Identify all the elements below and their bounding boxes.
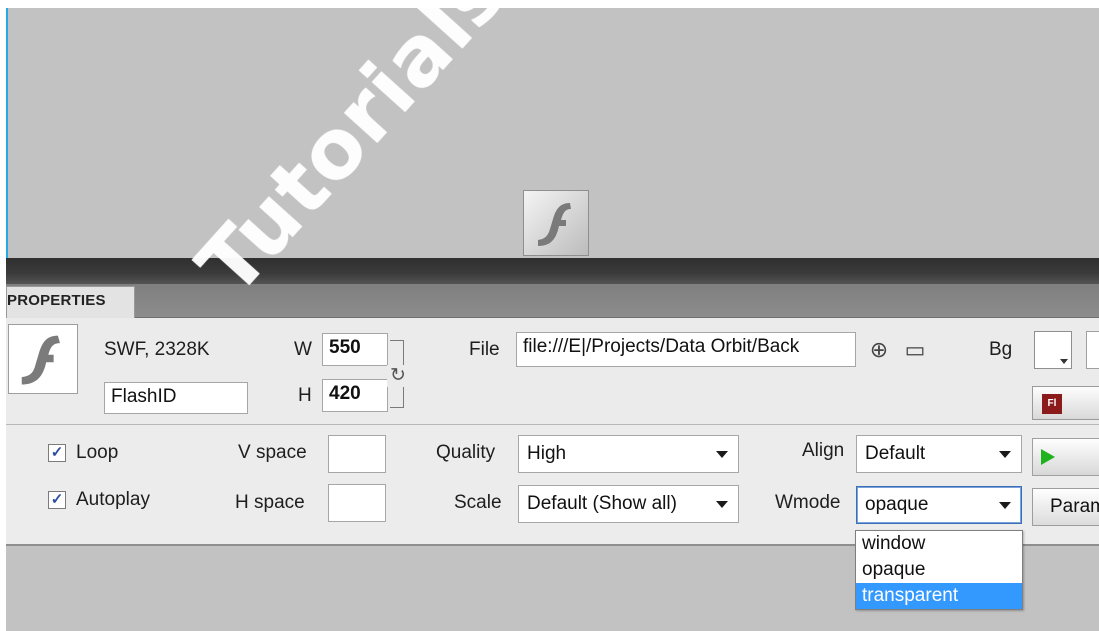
folder-icon[interactable]: ▭ bbox=[900, 336, 930, 366]
align-label: Align bbox=[802, 440, 845, 461]
properties-panel: PROPERTIES SWF, 2328K FlashID W 550 H 42… bbox=[6, 284, 1099, 546]
scale-select[interactable]: Default (Show all) bbox=[518, 485, 739, 523]
quality-select[interactable]: High bbox=[518, 435, 739, 473]
align-select[interactable]: Default bbox=[856, 435, 1022, 473]
quality-value: High bbox=[527, 443, 567, 464]
point-to-file-icon[interactable]: ⊕ bbox=[864, 336, 894, 366]
parameters-button[interactable]: Param bbox=[1032, 488, 1099, 526]
bg-color-swatch[interactable] bbox=[1034, 331, 1072, 369]
play-icon bbox=[1041, 449, 1055, 465]
play-button[interactable] bbox=[1032, 438, 1099, 476]
wmode-value: opaque bbox=[865, 494, 929, 515]
vspace-label: V space bbox=[238, 442, 307, 463]
edit-in-flash-button[interactable]: Fl bbox=[1032, 386, 1099, 420]
loop-label: Loop bbox=[76, 442, 119, 463]
panel-divider[interactable] bbox=[6, 258, 1099, 284]
bg-color-field[interactable] bbox=[1086, 331, 1099, 369]
width-field[interactable]: 550 bbox=[322, 333, 388, 366]
vspace-field[interactable] bbox=[328, 435, 386, 473]
chevron-down-icon bbox=[1060, 359, 1068, 364]
file-path-field[interactable]: file:///E|/Projects/Data Orbit/Back bbox=[516, 332, 856, 367]
hspace-label: H space bbox=[235, 492, 305, 513]
autoplay-checkbox[interactable]: ✓ bbox=[48, 491, 66, 509]
reset-size-icon[interactable]: ↻ bbox=[387, 365, 409, 387]
chevron-down-icon bbox=[716, 451, 728, 458]
properties-top-section: SWF, 2328K FlashID W 550 H 420 ↻ File fi… bbox=[6, 318, 1099, 425]
flash-edit-icon: Fl bbox=[1042, 394, 1062, 414]
swf-thumbnail bbox=[8, 324, 78, 394]
autoplay-label: Autoplay bbox=[76, 489, 150, 510]
scale-value: Default (Show all) bbox=[527, 493, 677, 514]
properties-options-section: ✓ Loop ✓ Autoplay V space H space Qualit… bbox=[6, 425, 1099, 546]
wmode-option-opaque[interactable]: opaque bbox=[856, 557, 1022, 583]
align-value: Default bbox=[865, 443, 926, 464]
height-label: H bbox=[298, 385, 312, 406]
panel-tab-strip: PROPERTIES bbox=[6, 284, 1099, 319]
height-field[interactable]: 420 bbox=[322, 379, 388, 412]
tab-properties[interactable]: PROPERTIES bbox=[6, 286, 135, 319]
quality-label: Quality bbox=[436, 442, 496, 463]
wmode-dropdown-list: window opaque transparent bbox=[855, 530, 1023, 610]
object-type-size: SWF, 2328K bbox=[104, 339, 210, 360]
width-label: W bbox=[294, 339, 312, 360]
hspace-field[interactable] bbox=[328, 484, 386, 522]
chevron-down-icon bbox=[716, 501, 728, 508]
bg-label: Bg bbox=[989, 339, 1013, 360]
wmode-label: Wmode bbox=[775, 492, 841, 513]
flash-icon bbox=[21, 335, 60, 385]
object-id-field[interactable]: FlashID bbox=[104, 382, 248, 414]
flash-object-placeholder[interactable] bbox=[523, 190, 589, 256]
scale-label: Scale bbox=[454, 492, 502, 513]
loop-checkbox[interactable]: ✓ bbox=[48, 444, 66, 462]
chevron-down-icon bbox=[999, 451, 1011, 458]
chevron-down-icon bbox=[999, 502, 1011, 509]
wmode-option-window[interactable]: window bbox=[856, 531, 1022, 557]
canvas-edge bbox=[6, 8, 8, 260]
flash-icon bbox=[538, 203, 571, 246]
file-label: File bbox=[469, 339, 500, 360]
wmode-option-transparent[interactable]: transparent bbox=[856, 583, 1022, 609]
wmode-select[interactable]: opaque bbox=[856, 486, 1022, 524]
dreamweaver-window: PROPERTIES SWF, 2328K FlashID W 550 H 42… bbox=[0, 0, 1099, 631]
